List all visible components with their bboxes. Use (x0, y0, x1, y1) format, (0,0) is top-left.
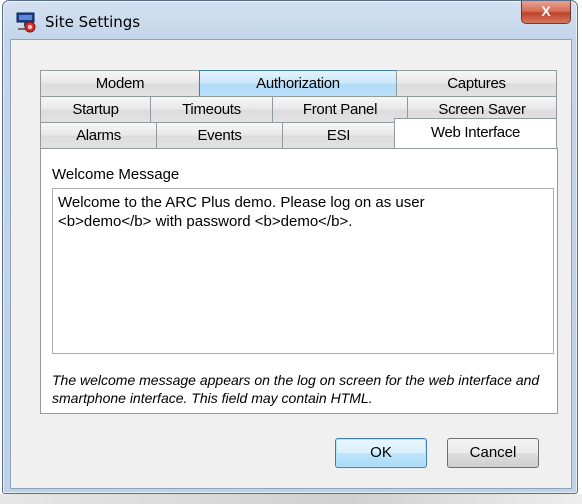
tab-label: Authorization (256, 75, 340, 92)
tab-authorization[interactable]: Authorization (199, 70, 397, 96)
site-settings-dialog: Site Settings X Modem Authorization Capt… (2, 0, 578, 494)
desktop-background-strip (0, 494, 582, 504)
tab-web-interface[interactable]: Web Interface (394, 118, 557, 148)
window-title: Site Settings (45, 13, 141, 31)
tab-front-panel[interactable]: Front Panel (272, 96, 408, 122)
tab-esi[interactable]: ESI (282, 122, 395, 148)
title-bar[interactable]: Site Settings X (3, 1, 577, 41)
tab-timeouts[interactable]: Timeouts (150, 96, 273, 122)
ok-button[interactable]: OK (335, 438, 427, 468)
tab-events[interactable]: Events (156, 122, 283, 148)
settings-app-icon (15, 10, 39, 34)
tab-label: ESI (326, 127, 351, 144)
web-interface-panel: Welcome Message Welcome to the ARC Plus … (40, 148, 558, 414)
welcome-message-help-text: The welcome message appears on the log o… (52, 372, 540, 406)
tab-label: Timeouts (182, 101, 241, 118)
tab-label: Screen Saver (438, 101, 526, 118)
tab-captures[interactable]: Captures (396, 70, 557, 96)
welcome-message-field[interactable]: Welcome to the ARC Plus demo. Please log… (52, 188, 554, 354)
tab-label: Startup (72, 101, 119, 118)
close-button[interactable]: X (521, 1, 571, 24)
tab-modem[interactable]: Modem (40, 70, 200, 96)
cancel-button-label: Cancel (469, 444, 517, 461)
tab-label: Events (197, 127, 242, 144)
close-icon: X (541, 3, 551, 19)
ok-button-label: OK (370, 444, 392, 461)
cancel-button[interactable]: Cancel (447, 438, 539, 468)
tab-label: Modem (95, 75, 145, 92)
tab-label: Front Panel (302, 101, 378, 118)
tab-startup[interactable]: Startup (40, 96, 151, 122)
welcome-message-label: Welcome Message (52, 166, 180, 183)
tab-label: Alarms (76, 127, 121, 144)
dialog-client-area: Modem Authorization Captures Startup Tim… (10, 39, 572, 489)
tab-label: Captures (447, 75, 506, 92)
tab-alarms[interactable]: Alarms (40, 122, 157, 148)
tab-label: Web Interface (430, 124, 521, 141)
